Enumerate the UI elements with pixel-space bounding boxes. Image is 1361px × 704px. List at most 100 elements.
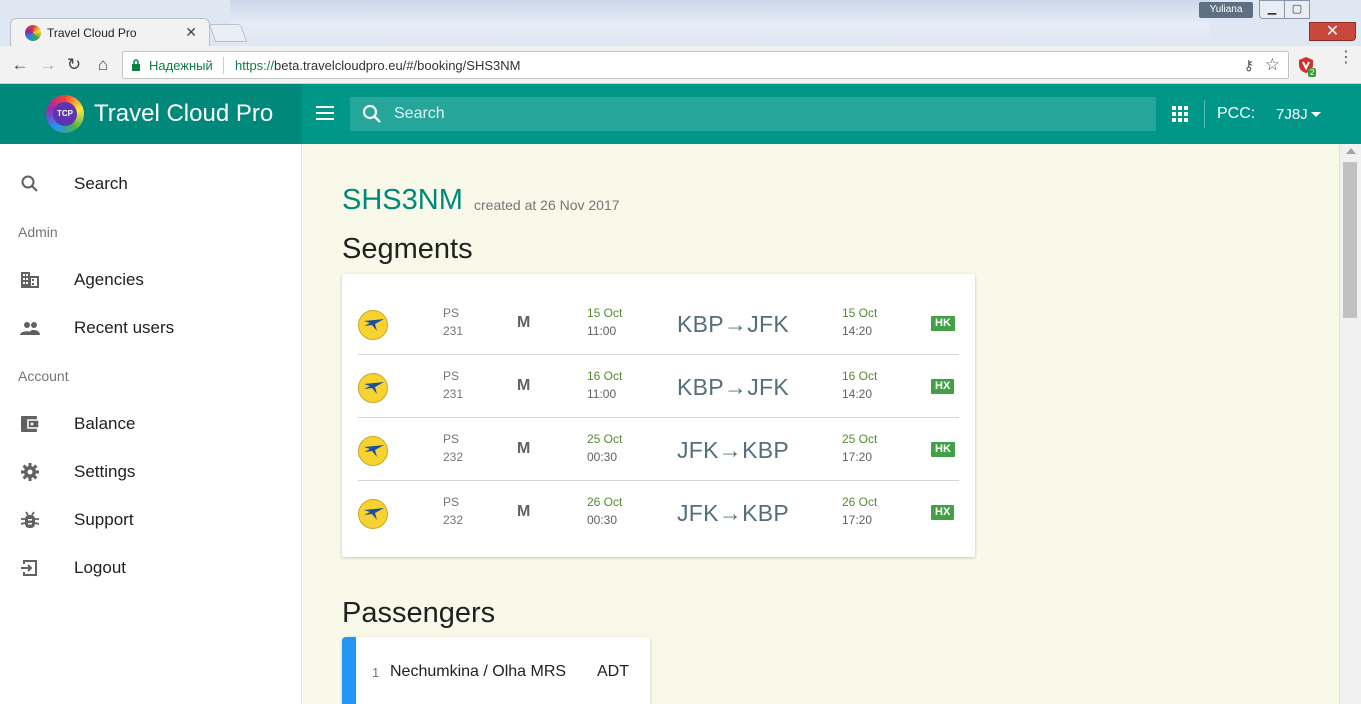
- flight-route: KBP→JFK: [677, 311, 790, 337]
- address-bar[interactable]: Надежный https://beta.travelcloudpro.eu/…: [122, 51, 1289, 79]
- sidebar-item-support[interactable]: Support: [0, 498, 302, 542]
- segment-status-badge: HK: [931, 442, 955, 457]
- gear-icon: [21, 463, 39, 481]
- segment-row[interactable]: PS 232 M 26 Oct 00:30 JFK→KBP 26 Oct 17:20 HX: [358, 481, 959, 544]
- home-icon[interactable]: ⌂: [93, 55, 113, 75]
- global-search[interactable]: [350, 97, 1156, 131]
- background-tabs: [230, 0, 1210, 44]
- arrival-date: 26 Oct: [842, 495, 878, 509]
- window-close-button[interactable]: ✕: [1309, 22, 1356, 41]
- flight-number: 232: [443, 513, 464, 527]
- arrival-time: 14:20: [842, 387, 873, 401]
- departure-time: 00:30: [587, 450, 618, 464]
- sidebar-item-label: Agencies: [74, 270, 144, 289]
- brand-name: Travel Cloud Pro: [94, 100, 274, 127]
- reload-icon[interactable]: ↻: [64, 55, 84, 75]
- sidebar-section-account: Account: [18, 368, 69, 384]
- arrival-time: 14:20: [842, 324, 873, 338]
- browser-menu-icon[interactable]: ⋮: [1338, 50, 1354, 66]
- flight-route: KBP→JFK: [677, 374, 790, 400]
- window-minimize-button[interactable]: ▁: [1259, 0, 1285, 19]
- back-arrow-icon[interactable]: ←: [10, 55, 30, 75]
- secure-label: Надежный: [149, 58, 213, 73]
- chevron-down-icon[interactable]: [1311, 112, 1321, 117]
- people-icon: [20, 322, 40, 335]
- building-icon: [21, 272, 39, 288]
- header-divider: [1204, 100, 1205, 128]
- apps-grid-icon[interactable]: [1172, 106, 1188, 122]
- arrival-time: 17:20: [842, 513, 873, 527]
- main-content: SHS3NM created at 26 Nov 2017 Segments P…: [303, 144, 1339, 704]
- url-text[interactable]: https://beta.travelcloudpro.eu/#/booking…: [235, 58, 520, 73]
- sidebar-item-label: Balance: [74, 414, 136, 433]
- sidebar-item-logout[interactable]: Logout: [0, 546, 302, 590]
- passengers-heading: Passengers: [342, 597, 496, 629]
- scrollbar-thumb[interactable]: [1343, 162, 1357, 318]
- brand-area[interactable]: TCP Travel Cloud Pro: [0, 84, 302, 144]
- sidebar-item-settings[interactable]: Settings: [0, 450, 302, 494]
- sidebar-item-label: Settings: [74, 462, 136, 481]
- flight-number: 232: [443, 450, 464, 464]
- passenger-name: Nechumkina / Olha MRS: [390, 663, 567, 680]
- airline-logo-icon: [358, 436, 388, 466]
- bookmark-star-icon[interactable]: ☆: [1265, 55, 1280, 75]
- new-tab-button[interactable]: [208, 24, 248, 42]
- flight-airline-code: PS: [443, 369, 460, 383]
- url-path: beta.travelcloudpro.eu/#/booking/SHS3NM: [274, 58, 521, 73]
- sidebar-item-balance[interactable]: Balance: [0, 402, 302, 446]
- booking-class: M: [517, 314, 531, 331]
- sidebar: Search Admin Agencies Recent users Accou…: [0, 144, 302, 704]
- extension-badge: 2: [1308, 68, 1317, 77]
- wallet-icon: [21, 416, 40, 432]
- booking-created-date: created at 26 Nov 2017: [474, 197, 620, 213]
- flight-airline-code: PS: [443, 306, 460, 320]
- browser-tab-active[interactable]: Travel Cloud Pro ✕: [10, 18, 210, 46]
- sidebar-section-admin: Admin: [18, 224, 58, 240]
- scroll-up-arrow-icon[interactable]: [1346, 148, 1356, 154]
- brand-logo-text: TCP: [53, 102, 77, 126]
- url-protocol: https://: [235, 58, 275, 73]
- search-input[interactable]: [394, 102, 1134, 126]
- sidebar-item-agencies[interactable]: Agencies: [0, 258, 302, 302]
- booking-class: M: [517, 377, 531, 394]
- key-icon[interactable]: ⚷: [1244, 57, 1254, 74]
- tab-close-icon[interactable]: ✕: [185, 24, 197, 41]
- departure-time: 11:00: [587, 324, 617, 338]
- arrival-date: 25 Oct: [842, 432, 878, 446]
- segment-row[interactable]: PS 231 M 15 Oct 11:00 KBP→JFK 15 Oct 14:20 HK: [358, 292, 959, 355]
- forward-arrow-icon[interactable]: →: [38, 55, 58, 75]
- flight-route: JFK→KBP: [677, 500, 790, 526]
- segment-status-badge: HK: [931, 316, 955, 331]
- booking-pnr: SHS3NM: [342, 184, 463, 216]
- browser-toolbar: ← → ↻ ⌂ Надежный https://beta.travelclou…: [0, 46, 1361, 84]
- address-divider: [223, 57, 224, 74]
- airline-logo-icon: [358, 310, 388, 340]
- bug-icon: [20, 511, 40, 528]
- browser-tabbar: Travel Cloud Pro ✕ Yuliana ▁ ▢ ✕: [0, 0, 1361, 46]
- segment-row[interactable]: PS 231 M 16 Oct 11:00 KBP→JFK 16 Oct 14:20 HX: [358, 355, 959, 418]
- page-scrollbar[interactable]: [1339, 144, 1361, 704]
- sidebar-item-label: Support: [74, 510, 134, 529]
- passenger-type: ADT: [597, 663, 629, 680]
- lock-icon: [132, 59, 140, 71]
- departure-time: 11:00: [587, 387, 617, 401]
- booking-class: M: [517, 440, 531, 457]
- passenger-number: 1: [372, 665, 380, 680]
- window-maximize-button[interactable]: ▢: [1284, 0, 1310, 19]
- segments-heading: Segments: [342, 233, 473, 265]
- departure-date: 16 Oct: [587, 369, 623, 383]
- menu-icon[interactable]: [316, 106, 334, 120]
- flight-airline-code: PS: [443, 495, 460, 509]
- passenger-card[interactable]: 1 Nechumkina / Olha MRS ADT: [342, 637, 650, 704]
- airline-logo-icon: [358, 373, 388, 403]
- segment-row[interactable]: PS 232 M 25 Oct 00:30 JFK→KBP 25 Oct 17:20 HK: [358, 418, 959, 481]
- pcc-selector[interactable]: 7J8J: [1276, 106, 1308, 123]
- departure-time: 00:30: [587, 513, 618, 527]
- browser-profile-button[interactable]: Yuliana: [1199, 2, 1253, 18]
- airline-logo-icon: [358, 499, 388, 529]
- arrival-date: 16 Oct: [842, 369, 878, 383]
- sidebar-item-recent-users[interactable]: Recent users: [0, 306, 302, 350]
- sidebar-item-label: Logout: [74, 558, 126, 577]
- sidebar-item-search[interactable]: Search: [0, 162, 302, 206]
- search-icon: [362, 104, 381, 123]
